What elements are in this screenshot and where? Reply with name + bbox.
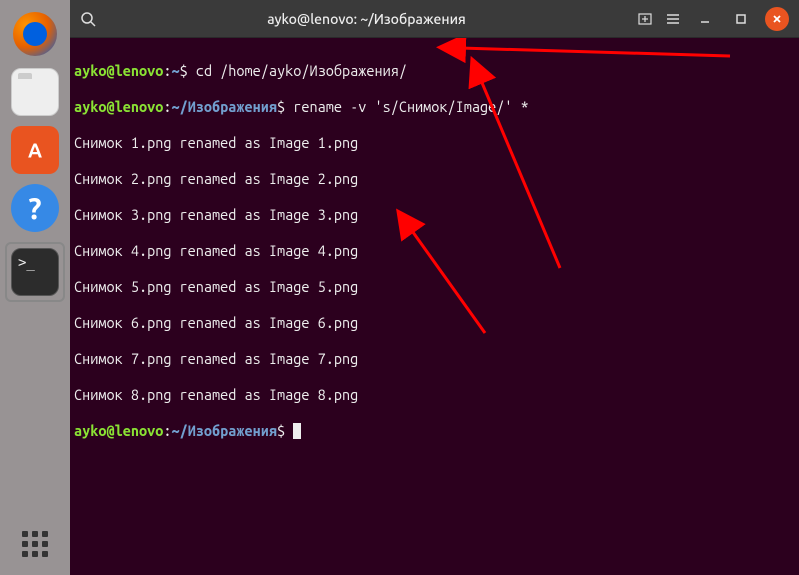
cursor — [293, 423, 301, 439]
prompt-user-host: ayko@lenovo — [74, 62, 163, 79]
output-line: Снимок 6.png renamed as Image 6.png — [74, 314, 795, 332]
titlebar-left — [80, 11, 96, 27]
prompt-user-host: ayko@lenovo — [74, 98, 163, 115]
minimize-button[interactable] — [693, 7, 717, 31]
dock: ? — [0, 0, 70, 575]
dock-help[interactable]: ? — [11, 184, 59, 232]
terminal-body[interactable]: ayko@lenovo:~$ cd /home/ayko/Изображения… — [70, 38, 799, 575]
terminal-line: ayko@lenovo:~/Изображения$ rename -v 's/… — [74, 98, 795, 116]
window-title: ayko@lenovo: ~/Изображения — [108, 11, 625, 27]
command-cd: cd /home/ayko/Изображения/ — [188, 62, 407, 79]
dock-terminal-active[interactable] — [5, 242, 65, 302]
prompt-dollar: $ — [180, 62, 188, 79]
prompt-user-host: ayko@lenovo — [74, 422, 163, 439]
dock-firefox[interactable] — [11, 10, 59, 58]
terminal-window: ayko@lenovo: ~/Изображения ayko@lenovo:~… — [70, 0, 799, 575]
search-icon[interactable] — [80, 11, 96, 27]
terminal-line: ayko@lenovo:~$ cd /home/ayko/Изображения… — [74, 62, 795, 80]
dock-files[interactable] — [11, 68, 59, 116]
menu-icon[interactable] — [665, 11, 681, 27]
output-line: Снимок 2.png renamed as Image 2.png — [74, 170, 795, 188]
new-tab-icon[interactable] — [637, 11, 653, 27]
help-icon: ? — [28, 191, 41, 225]
terminal-icon — [11, 248, 59, 296]
prompt-path: ~/Изображения — [171, 422, 277, 439]
prompt-path: ~/Изображения — [171, 98, 277, 115]
output-line: Снимок 3.png renamed as Image 3.png — [74, 206, 795, 224]
output-line: Снимок 7.png renamed as Image 7.png — [74, 350, 795, 368]
prompt-path: ~ — [171, 62, 179, 79]
output-line: Снимок 4.png renamed as Image 4.png — [74, 242, 795, 260]
command-rename: rename -v 's/Снимок/Image/' * — [285, 98, 529, 115]
output-line: Снимок 5.png renamed as Image 5.png — [74, 278, 795, 296]
maximize-button[interactable] — [729, 7, 753, 31]
output-line: Снимок 1.png renamed as Image 1.png — [74, 134, 795, 152]
dock-software-center[interactable] — [11, 126, 59, 174]
annotation-arrow — [70, 38, 799, 575]
firefox-icon — [13, 12, 57, 56]
close-button[interactable] — [765, 7, 789, 31]
prompt-dollar: $ — [277, 422, 285, 439]
apps-grid-button[interactable] — [22, 531, 48, 557]
titlebar-right — [637, 7, 789, 31]
terminal-line: ayko@lenovo:~/Изображения$ — [74, 422, 795, 440]
prompt-dollar: $ — [277, 98, 285, 115]
output-line: Снимок 8.png renamed as Image 8.png — [74, 386, 795, 404]
titlebar[interactable]: ayko@lenovo: ~/Изображения — [70, 0, 799, 38]
